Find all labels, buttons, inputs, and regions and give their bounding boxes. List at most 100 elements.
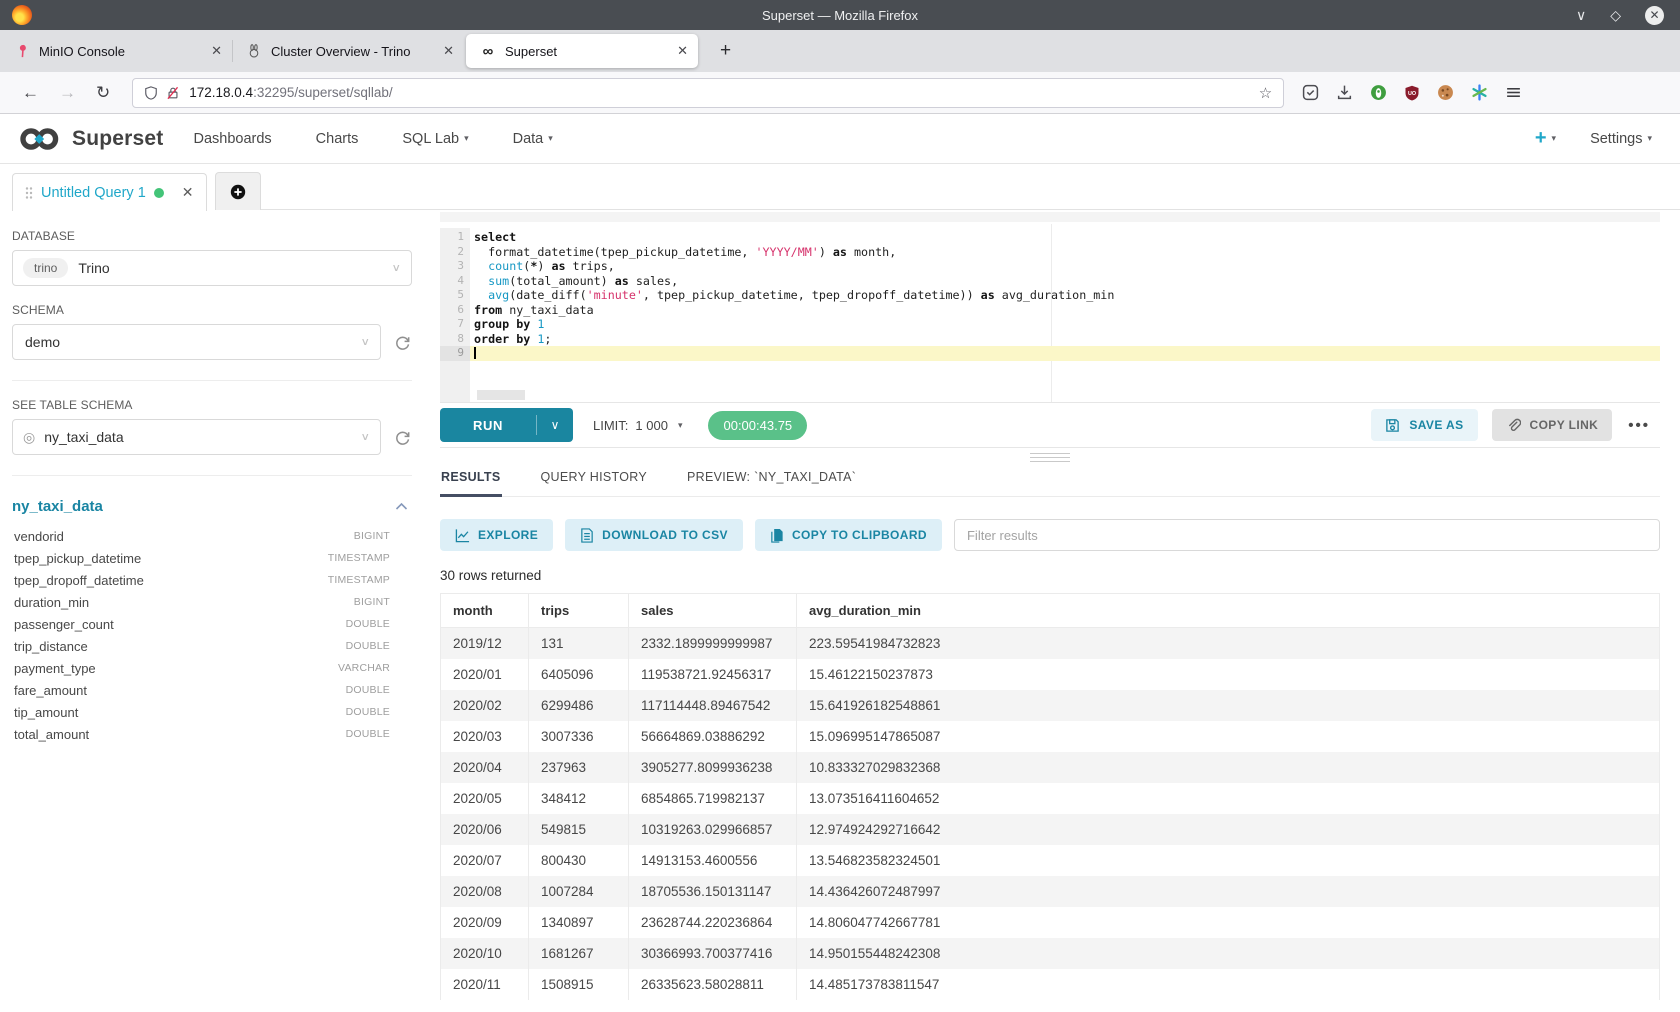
settings-menu[interactable]: Settings▾: [1590, 131, 1652, 147]
table-cell: 2019/12: [441, 628, 529, 660]
code-line[interactable]: from ny_taxi_data: [470, 303, 1660, 318]
table-name-heading[interactable]: ny_taxi_data: [12, 498, 103, 515]
schema-column-row[interactable]: payment_typeVARCHAR: [12, 657, 412, 679]
schema-column-row[interactable]: duration_minBIGINT: [12, 591, 412, 613]
schema-column-row[interactable]: total_amountDOUBLE: [12, 723, 412, 745]
superset-brand[interactable]: Superset: [18, 125, 163, 153]
code-line[interactable]: avg(date_diff('minute', tpep_pickup_date…: [470, 288, 1660, 303]
extension-asterisk-icon[interactable]: [1471, 84, 1488, 101]
code-line[interactable]: format_datetime(tpep_pickup_datetime, 'Y…: [470, 245, 1660, 260]
window-maximize-icon[interactable]: ◇: [1610, 8, 1621, 22]
browser-tab-superset[interactable]: ∞ Superset ✕: [466, 34, 698, 68]
sql-editor[interactable]: 123456789 select format_datetime(tpep_pi…: [440, 212, 1660, 402]
download-csv-button[interactable]: DOWNLOAD TO CSV: [565, 519, 743, 551]
code-line[interactable]: group by 1: [470, 317, 1660, 332]
shield-icon[interactable]: [144, 86, 158, 100]
results-header-cell[interactable]: month: [441, 594, 529, 628]
privacy-badger-icon[interactable]: [1370, 84, 1387, 101]
schema-column-row[interactable]: fare_amountDOUBLE: [12, 679, 412, 701]
tab-query-history[interactable]: QUERY HISTORY: [540, 466, 648, 496]
new-item-button[interactable]: +▾: [1535, 127, 1556, 150]
table-cell: 1681267: [529, 938, 629, 969]
chevron-down-icon: ∨: [360, 431, 370, 444]
run-button[interactable]: RUN ∨: [440, 408, 573, 442]
schema-column-row[interactable]: vendoridBIGINT: [12, 525, 412, 547]
pocket-icon[interactable]: [1302, 84, 1319, 101]
tab-preview-table[interactable]: PREVIEW: `NY_TAXI_DATA`: [686, 466, 857, 496]
cookie-icon[interactable]: [1437, 84, 1454, 101]
download-icon[interactable]: [1336, 84, 1353, 101]
bookmark-star-icon[interactable]: ☆: [1259, 84, 1272, 102]
schema-column-row[interactable]: tpep_dropoff_datetimeTIMESTAMP: [12, 569, 412, 591]
browser-tab-trino[interactable]: Cluster Overview - Trino ✕: [232, 30, 464, 72]
limit-control[interactable]: LIMIT: 1 000 ▾: [593, 418, 682, 433]
nav-data[interactable]: Data▾: [513, 131, 553, 147]
line-number: 5: [440, 288, 470, 303]
table-row: 2020/026299486117114448.8946754215.64192…: [441, 690, 1660, 721]
query-tab-close-icon[interactable]: ✕: [182, 184, 194, 201]
copy-link-label: COPY LINK: [1530, 418, 1599, 432]
save-as-button[interactable]: SAVE AS: [1371, 409, 1477, 441]
editor-scrollbar[interactable]: [477, 390, 525, 400]
run-options-chevron-icon[interactable]: ∨: [537, 408, 573, 442]
code-line[interactable]: count(*) as trips,: [470, 259, 1660, 274]
code-line[interactable]: sum(total_amount) as sales,: [470, 274, 1660, 289]
nav-dashboards[interactable]: Dashboards: [193, 131, 271, 147]
window-minimize-icon[interactable]: ∨: [1576, 8, 1586, 22]
table-cell: 800430: [529, 845, 629, 876]
back-icon[interactable]: ←: [22, 83, 39, 103]
code-line[interactable]: [470, 346, 1660, 361]
see-table-schema-label: SEE TABLE SCHEMA: [12, 398, 412, 412]
results-header-cell[interactable]: sales: [629, 594, 797, 628]
schema-column-row[interactable]: tpep_pickup_datetimeTIMESTAMP: [12, 547, 412, 569]
query-tab[interactable]: Untitled Query 1 ✕: [12, 173, 207, 211]
schema-column-row[interactable]: tip_amountDOUBLE: [12, 701, 412, 723]
results-header-cell[interactable]: trips: [529, 594, 629, 628]
refresh-schema-icon[interactable]: [393, 333, 412, 352]
explore-button[interactable]: EXPLORE: [440, 519, 553, 551]
nav-sql-lab[interactable]: SQL Lab▾: [402, 131, 468, 147]
results-header-cell[interactable]: avg_duration_min: [797, 594, 1660, 628]
superset-logo-icon: [18, 125, 64, 153]
tab-close-icon[interactable]: ✕: [211, 43, 222, 59]
strip-filler: [261, 172, 1680, 210]
forward-icon[interactable]: →: [59, 83, 76, 103]
new-tab-button[interactable]: +: [714, 40, 737, 62]
table-schema-select[interactable]: ◎ ny_taxi_data ∨: [12, 419, 381, 455]
url-field[interactable]: 172.18.0.4:32295/superset/sqllab/ ☆: [132, 78, 1284, 108]
run-button-label[interactable]: RUN: [440, 408, 536, 442]
schema-column-list: vendoridBIGINTtpep_pickup_datetimeTIMEST…: [12, 525, 412, 745]
editor-code[interactable]: select format_datetime(tpep_pickup_datet…: [470, 228, 1660, 402]
hamburger-menu-icon[interactable]: [1505, 84, 1522, 101]
copy-link-button[interactable]: COPY LINK: [1492, 409, 1613, 441]
schema-select[interactable]: demo ∨: [12, 324, 381, 360]
refresh-table-icon[interactable]: [393, 428, 412, 447]
tab-close-icon[interactable]: ✕: [677, 43, 688, 59]
table-cell: 2020/08: [441, 876, 529, 907]
database-select[interactable]: trino Trino ∨: [12, 250, 412, 286]
tab-results[interactable]: RESULTS: [440, 466, 502, 497]
collapse-table-icon[interactable]: [395, 502, 408, 511]
divider: [12, 475, 412, 476]
pane-resize-handle[interactable]: [440, 448, 1660, 466]
drag-handle-icon: [1030, 453, 1070, 462]
schema-column-row[interactable]: trip_distanceDOUBLE: [12, 635, 412, 657]
copy-clipboard-button[interactable]: COPY TO CLIPBOARD: [755, 519, 942, 551]
filter-results-input[interactable]: [954, 519, 1660, 551]
column-name: payment_type: [14, 661, 96, 676]
schema-column-row[interactable]: passenger_countDOUBLE: [12, 613, 412, 635]
ublock-origin-icon[interactable]: UO: [1404, 85, 1420, 101]
window-close-icon[interactable]: ✕: [1645, 6, 1664, 25]
tab-close-icon[interactable]: ✕: [443, 43, 454, 59]
code-line[interactable]: order by 1;: [470, 332, 1660, 347]
column-type: TIMESTAMP: [328, 574, 412, 586]
code-line[interactable]: select: [470, 230, 1660, 245]
insecure-lock-icon[interactable]: [166, 86, 180, 100]
more-options-button[interactable]: •••: [1628, 417, 1650, 434]
browser-tab-minio[interactable]: MinIO Console ✕: [0, 30, 232, 72]
reload-icon[interactable]: ↻: [96, 83, 110, 103]
add-query-tab-button[interactable]: [215, 172, 261, 210]
database-value: Trino: [78, 260, 109, 276]
schema-value: demo: [25, 334, 60, 350]
nav-charts[interactable]: Charts: [316, 131, 359, 147]
